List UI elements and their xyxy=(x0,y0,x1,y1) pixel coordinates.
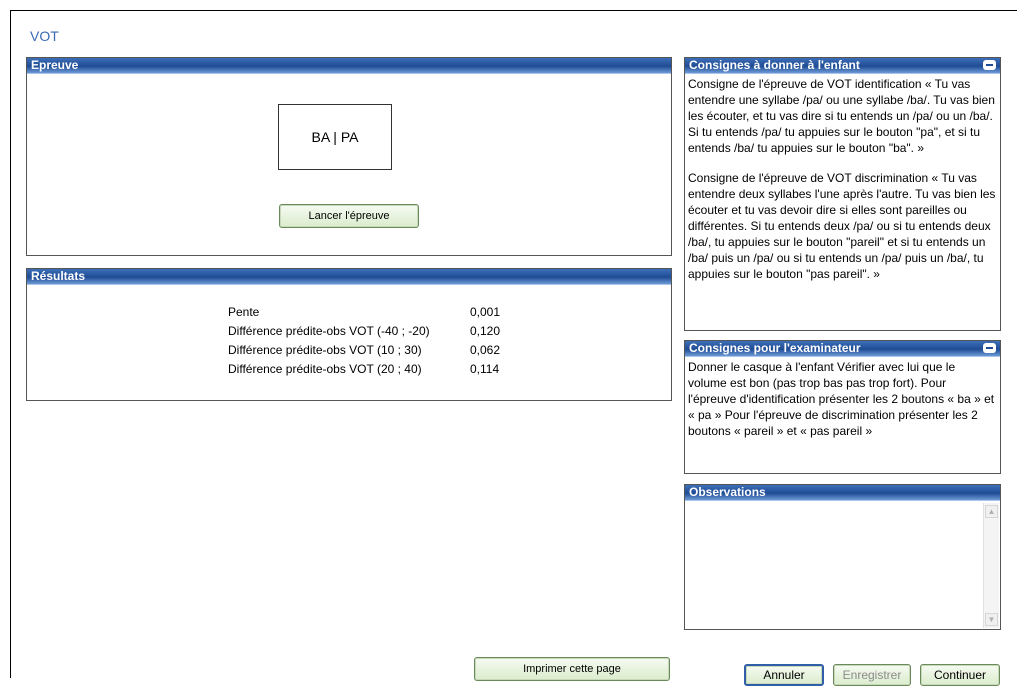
result-label: Différence prédite-obs VOT (-40 ; -20) xyxy=(228,324,430,338)
results-row: Différence prédite-obs VOT (-40 ; -20) 0… xyxy=(228,322,530,341)
examiner-instructions-title: Consignes pour l'examinateur xyxy=(689,341,861,355)
collapse-icon[interactable] xyxy=(983,60,996,70)
stimulus-display: BA | PA xyxy=(278,104,392,170)
child-instructions-header: Consignes à donner à l'enfant xyxy=(685,58,1000,74)
scroll-track[interactable]: ▲ ▼ xyxy=(983,503,999,628)
result-label: Différence prédite-obs VOT (20 ; 40) xyxy=(228,362,422,376)
result-value: 0,120 xyxy=(470,324,501,338)
epreuve-header: Epreuve xyxy=(27,58,671,74)
page-title: VOT xyxy=(30,28,59,44)
observations-scrollbar[interactable]: ▲ ▼ xyxy=(983,502,1000,629)
observations-header: Observations xyxy=(685,485,1000,501)
result-label: Pente xyxy=(228,305,260,319)
scroll-up-icon[interactable]: ▲ xyxy=(985,505,998,518)
collapse-icon[interactable] xyxy=(983,343,996,353)
result-label: Différence prédite-obs VOT (10 ; 30) xyxy=(228,343,422,357)
result-value: 0,062 xyxy=(470,343,501,357)
examiner-instructions-body: Donner le casque à l'enfant Vérifier ave… xyxy=(688,360,995,438)
continue-button[interactable]: Continuer xyxy=(920,664,1000,686)
child-instructions-panel: Consignes à donner à l'enfant Consigne d… xyxy=(684,57,1001,331)
result-value: 0,114 xyxy=(470,362,500,376)
print-button[interactable]: Imprimer cette page xyxy=(474,657,670,681)
resultats-header: Résultats xyxy=(27,269,671,285)
child-instructions-title: Consignes à donner à l'enfant xyxy=(689,58,860,72)
scroll-down-icon[interactable]: ▼ xyxy=(985,613,998,626)
save-button[interactable]: Enregistrer xyxy=(833,664,911,686)
identification-instruction: Consigne de l'épreuve de VOT identificat… xyxy=(688,77,995,155)
observations-textarea[interactable] xyxy=(686,502,1000,628)
cancel-button[interactable]: Annuler xyxy=(744,664,824,686)
results-row: Différence prédite-obs VOT (20 ; 40) 0,1… xyxy=(228,360,530,379)
child-instructions-body: Consigne de l'épreuve de VOT identificat… xyxy=(685,74,1000,298)
results-row: Différence prédite-obs VOT (10 ; 30) 0,0… xyxy=(228,341,530,360)
result-value: 0,001 xyxy=(470,305,501,319)
discrimination-instruction: Consigne de l'épreuve de VOT discriminat… xyxy=(688,171,996,281)
examiner-instructions-header: Consignes pour l'examinateur xyxy=(685,341,1000,357)
results-table: Pente 0,001 Différence prédite-obs VOT (… xyxy=(228,303,530,379)
examiner-instructions-panel: Consignes pour l'examinateur Donner le c… xyxy=(684,340,1001,474)
results-row: Pente 0,001 xyxy=(228,303,530,322)
launch-test-button[interactable]: Lancer l'épreuve xyxy=(279,204,419,228)
